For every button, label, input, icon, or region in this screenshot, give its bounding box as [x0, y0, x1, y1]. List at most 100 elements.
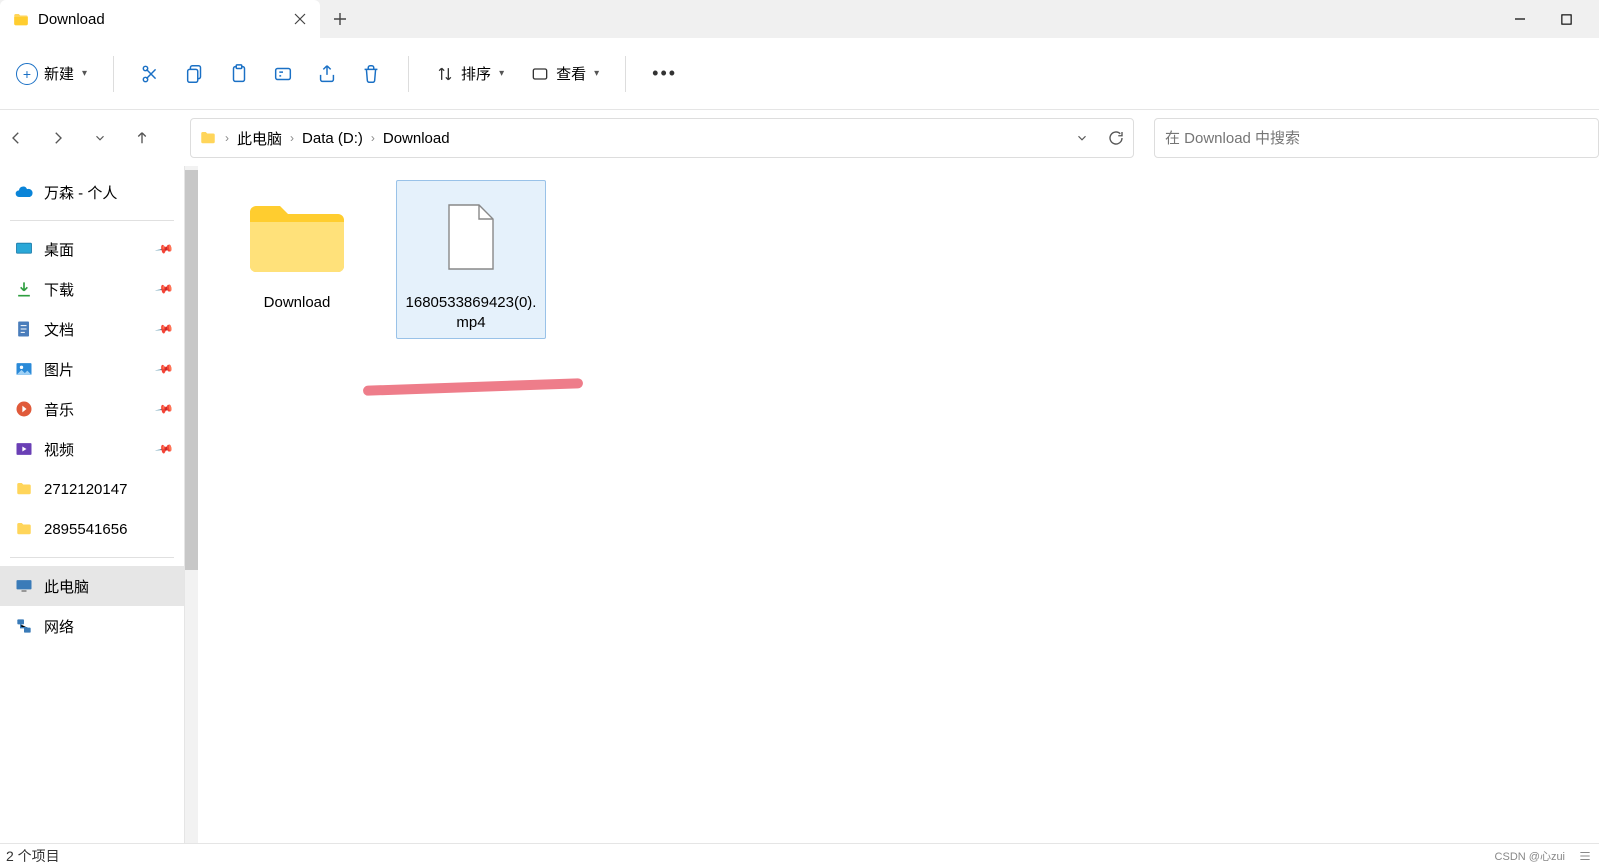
- sidebar-scrollbar[interactable]: [184, 166, 198, 843]
- pin-icon: 📌: [154, 439, 174, 459]
- tab-title: Download: [38, 11, 282, 28]
- sidebar-item-desktop[interactable]: 桌面 📌: [0, 229, 184, 269]
- sidebar-item-folder[interactable]: 2895541656: [0, 509, 184, 549]
- plus-circle-icon: +: [16, 63, 38, 85]
- maximize-button[interactable]: [1555, 8, 1577, 30]
- sidebar-item-label: 下载: [44, 279, 74, 300]
- item-count: 2 个项目: [6, 846, 60, 866]
- pin-icon: 📌: [154, 359, 174, 379]
- rename-button[interactable]: [262, 54, 304, 94]
- network-icon: [14, 616, 34, 636]
- breadcrumb-separator: ›: [290, 131, 294, 145]
- refresh-button[interactable]: [1107, 129, 1125, 147]
- file-large-icon: [411, 187, 531, 287]
- share-button[interactable]: [306, 54, 348, 94]
- paste-button[interactable]: [218, 54, 260, 94]
- new-tab-button[interactable]: [320, 0, 360, 38]
- sidebar-item-videos[interactable]: 视频 📌: [0, 429, 184, 469]
- pin-icon: 📌: [154, 319, 174, 339]
- desktop-icon: [14, 239, 34, 259]
- sort-button[interactable]: 排序 ▾: [425, 54, 514, 94]
- watermark-text: CSDN @心zui: [1495, 848, 1565, 864]
- folder-icon: [12, 11, 28, 27]
- copy-button[interactable]: [174, 54, 216, 94]
- trash-icon: [360, 63, 382, 85]
- breadcrumb-separator: ›: [225, 131, 229, 145]
- toolbar-separator: [625, 56, 626, 92]
- history-dropdown-button[interactable]: [1075, 131, 1089, 145]
- minimize-button[interactable]: [1509, 8, 1531, 30]
- details-pane-button[interactable]: [1577, 849, 1593, 863]
- sidebar-item-network[interactable]: 网络: [0, 606, 184, 646]
- annotation-underline: [363, 378, 583, 396]
- forward-button[interactable]: [46, 126, 70, 150]
- folder-large-icon: [237, 187, 357, 287]
- back-button[interactable]: [4, 126, 28, 150]
- breadcrumb-item[interactable]: Data (D:): [302, 130, 363, 147]
- cut-button[interactable]: [130, 54, 172, 94]
- up-button[interactable]: [130, 126, 154, 150]
- sidebar-item-label: 网络: [44, 616, 74, 637]
- address-bar-row: › 此电脑 › Data (D:) › Download: [0, 110, 1599, 166]
- videos-icon: [14, 439, 34, 459]
- chevron-down-icon: ▾: [82, 68, 87, 79]
- sort-label: 排序: [461, 63, 491, 84]
- sidebar-item-documents[interactable]: 文档 📌: [0, 309, 184, 349]
- scissors-icon: [140, 63, 162, 85]
- view-button[interactable]: 查看 ▾: [520, 54, 609, 94]
- delete-button[interactable]: [350, 54, 392, 94]
- view-label: 查看: [556, 63, 586, 84]
- sidebar-item-label: 桌面: [44, 239, 74, 260]
- sidebar-item-label: 图片: [44, 359, 74, 380]
- new-button[interactable]: + 新建 ▾: [6, 54, 97, 94]
- breadcrumb-item[interactable]: Download: [383, 130, 450, 147]
- sidebar-item-downloads[interactable]: 下载 📌: [0, 269, 184, 309]
- cloud-icon: [14, 182, 34, 202]
- computer-icon: [14, 576, 34, 596]
- pictures-icon: [14, 359, 34, 379]
- status-bar: 2 个项目 CSDN @心zui: [0, 843, 1599, 867]
- share-icon: [316, 63, 338, 85]
- sidebar-item-folder[interactable]: 2712120147: [0, 469, 184, 509]
- sidebar-item-this-pc[interactable]: 此电脑: [0, 566, 184, 606]
- pin-icon: 📌: [154, 239, 174, 259]
- new-button-label: 新建: [44, 63, 74, 84]
- sidebar-item-onedrive[interactable]: 万森 - 个人: [0, 172, 184, 212]
- view-icon: [530, 64, 550, 84]
- folder-icon: [199, 129, 217, 147]
- breadcrumb-item[interactable]: 此电脑: [237, 128, 282, 149]
- file-list-area[interactable]: Download 1680533869423(0).mp4: [198, 166, 1599, 843]
- breadcrumb-bar[interactable]: › 此电脑 › Data (D:) › Download: [190, 118, 1134, 158]
- folder-icon: [14, 519, 34, 539]
- search-input[interactable]: [1165, 130, 1588, 147]
- sidebar-item-label: 音乐: [44, 399, 74, 420]
- sort-icon: [435, 64, 455, 84]
- file-item[interactable]: 1680533869423(0).mp4: [396, 180, 546, 339]
- sidebar-divider: [10, 220, 174, 221]
- sidebar-item-label: 万森 - 个人: [44, 182, 117, 203]
- close-tab-button[interactable]: [292, 11, 308, 27]
- sidebar-divider: [10, 557, 174, 558]
- title-bar: Download: [0, 0, 1599, 38]
- more-button[interactable]: •••: [642, 54, 687, 94]
- sidebar-item-label: 2895541656: [44, 521, 127, 538]
- toolbar: + 新建 ▾ 排序 ▾ 查看 ▾ •••: [0, 38, 1599, 110]
- rename-icon: [272, 63, 294, 85]
- folder-item[interactable]: Download: [222, 180, 372, 320]
- pin-icon: 📌: [154, 279, 174, 299]
- window-controls: [1509, 0, 1599, 38]
- folder-icon: [14, 479, 34, 499]
- copy-icon: [184, 63, 206, 85]
- recent-locations-button[interactable]: [88, 126, 112, 150]
- chevron-down-icon: ▾: [499, 68, 504, 79]
- window-tab[interactable]: Download: [0, 0, 320, 38]
- toolbar-separator: [408, 56, 409, 92]
- sidebar-item-music[interactable]: 音乐 📌: [0, 389, 184, 429]
- downloads-icon: [14, 279, 34, 299]
- sidebar-item-label: 文档: [44, 319, 74, 340]
- sidebar-item-label: 视频: [44, 439, 74, 460]
- toolbar-separator: [113, 56, 114, 92]
- sidebar-item-pictures[interactable]: 图片 📌: [0, 349, 184, 389]
- sidebar-item-label: 2712120147: [44, 481, 127, 498]
- search-box[interactable]: [1154, 118, 1599, 158]
